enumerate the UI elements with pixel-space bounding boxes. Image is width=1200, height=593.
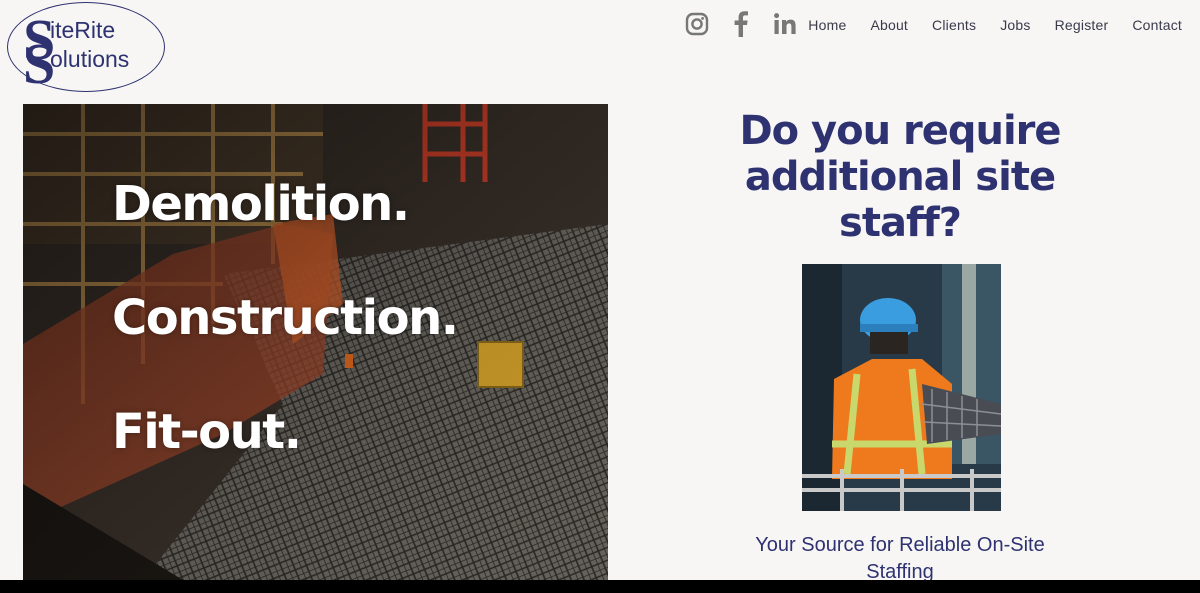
site-worker-illustration (802, 264, 1001, 511)
nav-clients[interactable]: Clients (932, 17, 976, 33)
linkedin-icon[interactable] (772, 10, 798, 38)
logo-text-line1: iteRite (50, 17, 116, 43)
nav-home[interactable]: Home (808, 17, 846, 33)
hero-image: Demolition. Construction. Fit-out. (23, 104, 608, 580)
main-nav: Home About Clients Jobs Register Contact (808, 17, 1182, 33)
worker-image (802, 264, 1001, 511)
hero-line-fitout: Fit-out. (112, 404, 302, 460)
nav-jobs[interactable]: Jobs (1000, 17, 1030, 33)
nav-register[interactable]: Register (1055, 17, 1109, 33)
site-logo[interactable]: S iteRite S olutions (7, 2, 165, 93)
tagline: Your Source for Reliable On-Site Staffin… (755, 534, 1045, 583)
instagram-icon[interactable] (684, 10, 710, 38)
social-links (684, 10, 798, 38)
page-headline: Do you require additional site staff? (739, 108, 1061, 246)
hero-line-demolition: Demolition. (112, 176, 410, 232)
hero-line-construction: Construction. (112, 290, 459, 346)
nav-contact[interactable]: Contact (1132, 17, 1182, 33)
facebook-icon[interactable] (728, 10, 754, 38)
nav-about[interactable]: About (870, 17, 908, 33)
bottom-bar (0, 580, 1200, 593)
logo-text-line2: olutions (50, 46, 130, 72)
